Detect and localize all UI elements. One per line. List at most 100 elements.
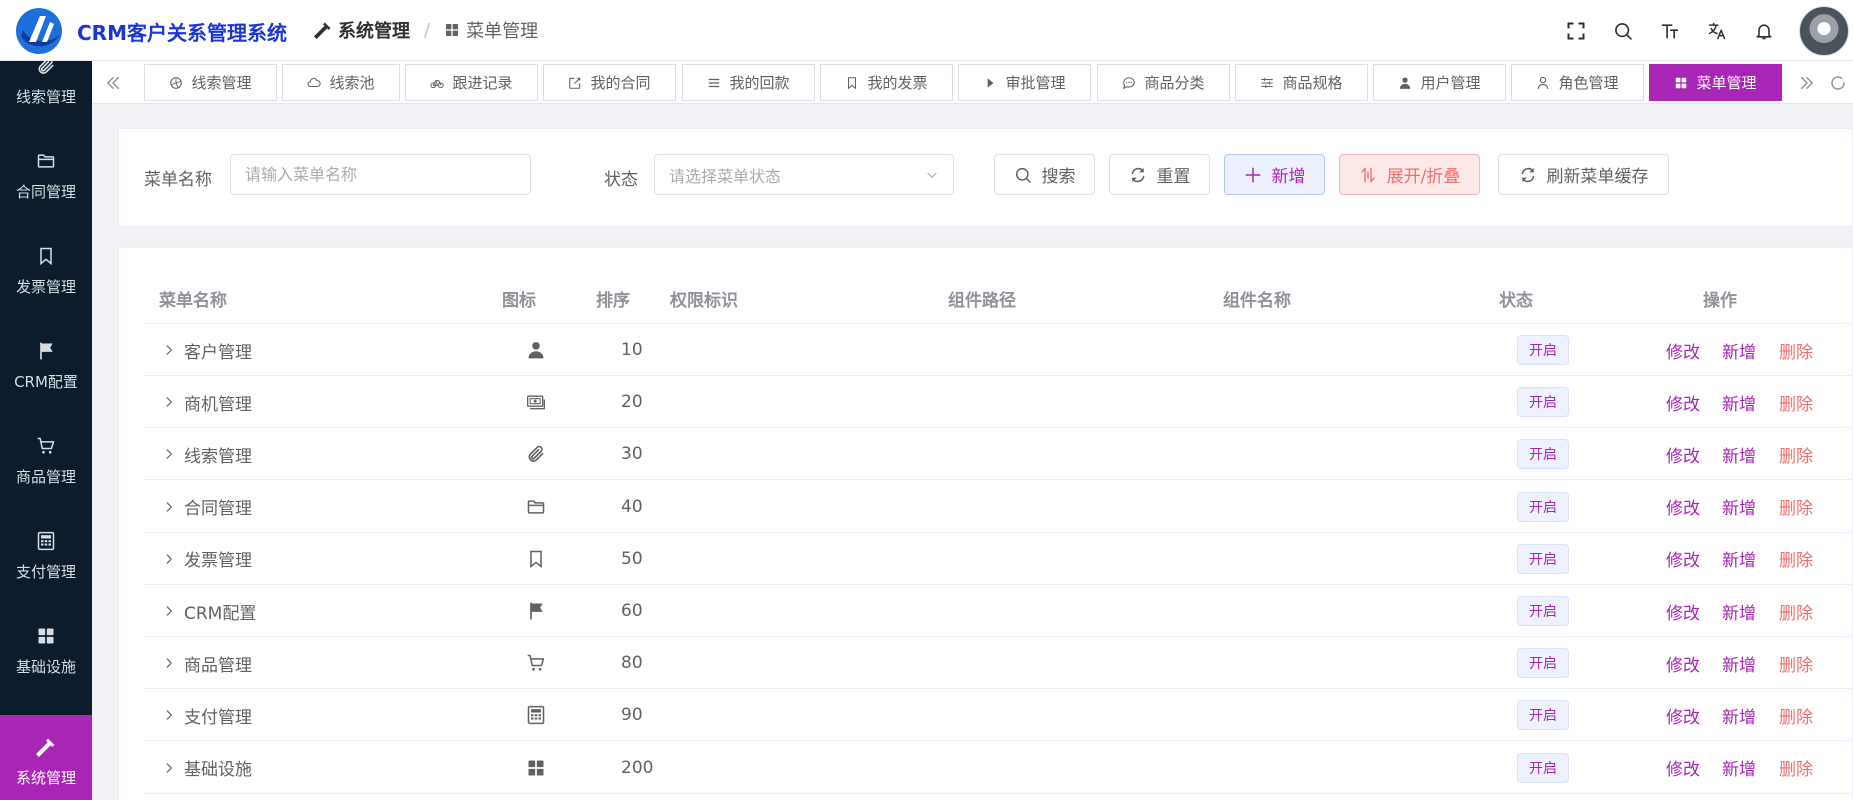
sidebar-item-system[interactable]: 系统管理	[0, 715, 92, 800]
sidebar-item-contracts[interactable]: 合同管理	[0, 129, 92, 224]
tabs-refresh[interactable]	[1823, 61, 1853, 104]
sidebar-item-products[interactable]: 商品管理	[0, 414, 92, 509]
add-child-link[interactable]: 新增	[1722, 338, 1756, 363]
edit-link[interactable]: 修改	[1666, 755, 1700, 780]
add-child-link[interactable]: 新增	[1722, 703, 1756, 728]
paperclip-icon	[36, 61, 56, 76]
add-child-link[interactable]: 新增	[1722, 546, 1756, 571]
delete-link[interactable]: 删除	[1779, 703, 1813, 728]
refresh-icon	[1519, 166, 1537, 184]
font-size-button[interactable]	[1646, 0, 1693, 61]
delete-link[interactable]: 删除	[1779, 755, 1813, 780]
edit-link[interactable]: 修改	[1666, 651, 1700, 676]
delete-link-cell: 删除	[1779, 689, 1813, 741]
expand-row-button[interactable]	[162, 585, 176, 637]
add-child-link[interactable]: 新增	[1722, 651, 1756, 676]
expand-collapse-button[interactable]: 展开/折叠	[1339, 154, 1480, 195]
delete-link[interactable]: 删除	[1779, 390, 1813, 415]
tab-followups[interactable]: 跟进记录	[405, 64, 538, 101]
add-child-link[interactable]: 新增	[1722, 755, 1756, 780]
tab-my-contracts[interactable]: 我的合同	[543, 64, 676, 101]
expand-row-button[interactable]	[162, 324, 176, 376]
expand-row-button[interactable]	[162, 742, 176, 794]
delete-link[interactable]: 删除	[1779, 599, 1813, 624]
tab-product-categories[interactable]: 商品分类	[1097, 64, 1230, 101]
bicycle-icon	[430, 76, 444, 90]
search-icon	[1613, 21, 1633, 41]
edit-link[interactable]: 修改	[1666, 442, 1700, 467]
translate-button[interactable]	[1693, 0, 1740, 61]
tab-lead-pool[interactable]: 线索池	[282, 64, 400, 101]
tab-approvals[interactable]: 审批管理	[958, 64, 1091, 101]
search-button[interactable]	[1599, 0, 1646, 61]
tab-product-specs[interactable]: 商品规格	[1235, 64, 1368, 101]
fullscreen-button[interactable]	[1552, 0, 1599, 61]
sort-cell: 30	[621, 444, 643, 465]
tab-leads[interactable]: 线索管理	[144, 64, 277, 101]
delete-link[interactable]: 删除	[1779, 546, 1813, 571]
delete-link-cell: 删除	[1779, 637, 1813, 689]
column-header-icon: 图标	[502, 291, 536, 311]
tab-menus[interactable]: 菜单管理	[1649, 64, 1782, 101]
expand-row-button[interactable]	[162, 533, 176, 585]
menu-name-input[interactable]	[230, 154, 531, 195]
table-row: 基础设施 200 开启 修改 新增 删除	[144, 742, 1853, 794]
edit-link[interactable]: 修改	[1666, 494, 1700, 519]
reset-button[interactable]: 重置	[1109, 154, 1210, 195]
sidebar-item-leads[interactable]: 线索管理	[0, 61, 92, 129]
menu-icon-cell	[526, 585, 546, 637]
app-header: CRM客户关系管理系统 系统管理 / 菜单管理	[0, 0, 1853, 61]
add-child-link[interactable]: 新增	[1722, 599, 1756, 624]
add-child-link[interactable]: 新增	[1722, 442, 1756, 467]
edit-link[interactable]: 修改	[1666, 390, 1700, 415]
add-child-link[interactable]: 新增	[1722, 390, 1756, 415]
delete-link[interactable]: 删除	[1779, 442, 1813, 467]
edit-link[interactable]: 修改	[1666, 546, 1700, 571]
status-select[interactable]: 请选择菜单状态	[654, 154, 954, 195]
tab-roles[interactable]: 角色管理	[1511, 64, 1644, 101]
tabs-scroll-right[interactable]	[1786, 61, 1828, 104]
refresh-cache-button[interactable]: 刷新菜单缓存	[1498, 154, 1669, 195]
tab-label: 我的发票	[867, 74, 928, 92]
edit-link[interactable]: 修改	[1666, 703, 1700, 728]
add-link-cell: 新增	[1722, 533, 1756, 585]
sidebar-item-label: 系统管理	[15, 769, 76, 787]
tab-my-invoices[interactable]: 我的发票	[820, 64, 953, 101]
breadcrumb-item-system[interactable]: 系统管理	[314, 17, 410, 43]
search-button[interactable]: 搜索	[994, 154, 1095, 195]
sidebar-item-invoices[interactable]: 发票管理	[0, 224, 92, 319]
delete-link[interactable]: 删除	[1779, 494, 1813, 519]
tabs-bar: 线索管理 线索池 跟进记录 我的合同 我的回款 我的发票 审批管理 商品分类 商…	[92, 61, 1853, 104]
edit-link[interactable]: 修改	[1666, 599, 1700, 624]
expand-row-button[interactable]	[162, 376, 176, 428]
add-link-cell: 新增	[1722, 376, 1756, 428]
add-button[interactable]: 新增	[1224, 154, 1325, 195]
delete-link[interactable]: 删除	[1779, 651, 1813, 676]
status-cell: 开启	[1517, 585, 1569, 637]
tab-my-receivables[interactable]: 我的回款	[682, 64, 815, 101]
expand-row-button[interactable]	[162, 428, 176, 480]
sidebar-item-infrastructure[interactable]: 基础设施	[0, 604, 92, 699]
sidebar-item-crm-config[interactable]: CRM配置	[0, 319, 92, 414]
menu-name-cell: 线索管理	[184, 446, 252, 467]
header-tools	[1552, 0, 1853, 61]
refresh-icon	[1829, 74, 1847, 92]
tabs-scroll-left[interactable]	[92, 61, 134, 104]
delete-link[interactable]: 删除	[1779, 338, 1813, 363]
expand-row-button[interactable]	[162, 481, 176, 533]
sidebar-item-payments[interactable]: 支付管理	[0, 509, 92, 604]
column-header-perms: 权限标识	[670, 291, 738, 311]
tab-users[interactable]: 用户管理	[1373, 64, 1506, 101]
edit-link[interactable]: 修改	[1666, 338, 1700, 363]
notification-button[interactable]	[1740, 0, 1787, 61]
add-child-link[interactable]: 新增	[1722, 494, 1756, 519]
expand-row-button[interactable]	[162, 689, 176, 741]
sort-cell: 90	[621, 705, 643, 726]
edit-link-cell: 修改	[1666, 585, 1700, 637]
avatar[interactable]	[1799, 5, 1849, 56]
column-header-name: 菜单名称	[159, 291, 227, 311]
status-cell: 开启	[1517, 689, 1569, 741]
expand-row-button[interactable]	[162, 637, 176, 689]
table-row: 线索管理 30 开启 修改 新增 删除	[144, 428, 1853, 481]
delete-link-cell: 删除	[1779, 533, 1813, 585]
